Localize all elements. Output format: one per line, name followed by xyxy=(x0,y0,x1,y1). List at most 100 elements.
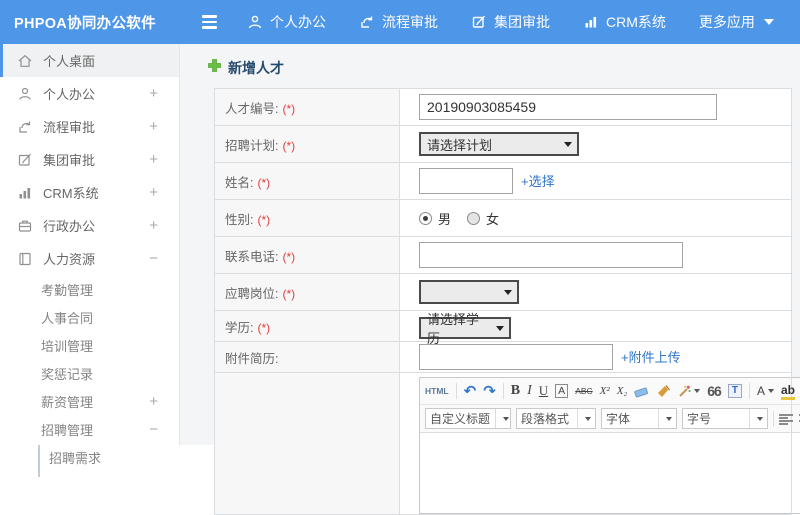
sidebar-item-hr[interactable]: 人力资源 − xyxy=(0,242,179,275)
font-size-dropdown[interactable]: 字号 xyxy=(682,408,768,429)
italic-button[interactable]: I xyxy=(527,383,532,399)
sidebar: 个人桌面 个人办公 + 流程审批 + 集团审批 + CRM系统 xyxy=(0,44,180,445)
recruit-plan-select[interactable]: 请选择计划 xyxy=(419,132,579,156)
sidebar-subitem-rewards[interactable]: 奖惩记录 xyxy=(0,359,179,387)
redo-button[interactable]: ↷ xyxy=(483,382,496,400)
html-source-button[interactable]: HTML xyxy=(425,386,449,396)
font-family-dropdown[interactable]: 字体 xyxy=(601,408,677,429)
required-mark: (*) xyxy=(282,250,295,264)
phone-input[interactable] xyxy=(419,242,683,268)
sidebar-subitem-recruitment[interactable]: 招聘管理 − xyxy=(0,415,179,443)
edit-icon xyxy=(471,14,487,30)
sidebar-subitem-recruit-demand[interactable]: 招聘需求 xyxy=(0,443,179,471)
highlight-color-button[interactable]: ab xyxy=(781,383,795,400)
required-mark: (*) xyxy=(282,139,295,153)
insert-date-button[interactable]: T xyxy=(728,384,742,398)
nav-item-personal-office[interactable]: 个人办公 xyxy=(247,12,326,32)
required-mark: (*) xyxy=(257,321,270,335)
resume-input[interactable] xyxy=(419,344,613,370)
workflow-icon xyxy=(359,14,375,30)
caret-down-icon xyxy=(757,417,763,421)
nav-item-crm[interactable]: CRM系统 xyxy=(583,12,666,32)
field-label: 人才编号: xyxy=(225,102,278,116)
paragraph-format-dropdown[interactable]: 段落格式 xyxy=(516,408,596,429)
editor-content-area[interactable] xyxy=(420,433,800,513)
sidebar-subitem-salary[interactable]: 薪资管理 + xyxy=(0,387,179,415)
subscript-button[interactable]: X₂ xyxy=(617,385,628,397)
eraser-icon[interactable] xyxy=(634,385,649,398)
sidebar-item-group-approval[interactable]: 集团审批 + xyxy=(0,143,179,176)
underline-button[interactable]: U xyxy=(539,383,548,399)
caret-down-icon xyxy=(504,290,512,295)
gender-radio-group: 男 女 xyxy=(419,209,791,228)
required-mark: (*) xyxy=(282,287,295,301)
workflow-icon xyxy=(17,119,33,135)
education-select[interactable]: 请选择学历 xyxy=(419,317,511,339)
name-input[interactable] xyxy=(419,168,513,194)
caret-down-icon xyxy=(564,142,572,147)
sidebar-subitem-contract[interactable]: 人事合同 xyxy=(0,303,179,331)
required-mark: (*) xyxy=(257,213,270,227)
page-header: 新增人才 xyxy=(180,44,800,78)
home-icon xyxy=(17,53,33,69)
font-color-button[interactable]: A xyxy=(757,384,774,398)
post-select[interactable] xyxy=(419,280,519,304)
sidebar-item-crm[interactable]: CRM系统 + xyxy=(0,176,179,209)
book-icon xyxy=(17,251,33,267)
font-border-button[interactable]: A xyxy=(555,384,568,398)
sidebar-item-desktop[interactable]: 个人桌面 xyxy=(0,44,179,77)
form-row-gender: 性别: (*) 男 女 xyxy=(215,200,792,237)
attachment-upload-link[interactable]: +附件上传 xyxy=(621,350,681,365)
superscript-button[interactable]: X² xyxy=(600,385,610,397)
caret-down-icon xyxy=(694,389,700,393)
form-row-education: 学历:(*) 请选择学历 xyxy=(215,311,792,342)
bold-button[interactable]: B xyxy=(511,383,520,399)
strikethrough-button[interactable]: ABC xyxy=(575,386,592,396)
nav-item-group-approval[interactable]: 集团审批 xyxy=(471,12,550,32)
form-row-name: 姓名:(*) +选择 xyxy=(215,163,792,200)
caret-down-icon xyxy=(764,19,774,25)
field-label: 联系电话: xyxy=(225,250,278,264)
blockquote-button[interactable]: 66 xyxy=(707,383,721,399)
field-label: 性别: xyxy=(225,213,253,227)
align-left-icon[interactable] xyxy=(779,413,794,425)
add-plus-icon xyxy=(208,59,221,77)
sidebar-subitem-training[interactable]: 培训管理 xyxy=(0,331,179,359)
caret-down-icon xyxy=(496,326,504,331)
required-mark: (*) xyxy=(282,102,295,116)
editor-toolbar-row1: HTML ↶ ↷ B I U A ABC X² X₂ xyxy=(420,378,800,405)
gender-female-radio[interactable] xyxy=(467,212,480,225)
nav-item-more-apps[interactable]: 更多应用 xyxy=(699,12,774,32)
nav-item-workflow-approval[interactable]: 流程审批 xyxy=(359,12,438,32)
caret-down-icon xyxy=(768,389,774,393)
talent-no-input[interactable] xyxy=(419,94,717,120)
field-label: 应聘岗位: xyxy=(225,287,278,301)
rich-text-editor: HTML ↶ ↷ B I U A ABC X² X₂ xyxy=(419,377,800,514)
editor-toolbar-row2: 自定义标题 段落格式 字体 字号 xyxy=(420,405,800,433)
edit-icon xyxy=(17,152,33,168)
app-title: PHPOA协同办公软件 xyxy=(0,12,180,33)
form-row-resume: 附件简历: +附件上传 xyxy=(215,342,792,373)
form-row-talent-no: 人才编号: (*) xyxy=(215,89,792,126)
format-brush-icon[interactable] xyxy=(656,385,670,398)
form-row-phone: 联系电话: (*) xyxy=(215,237,792,274)
sidebar-item-admin-office[interactable]: 行政办公 + xyxy=(0,209,179,242)
custom-title-dropdown[interactable]: 自定义标题 xyxy=(425,408,511,429)
new-talent-form: 人才编号:(*) 招聘计划:(*) 请选择计划 姓名:(*) +选择 性别:(*… xyxy=(214,88,792,515)
sidebar-item-workflow-approval[interactable]: 流程审批 + xyxy=(0,110,179,143)
form-row-recruit-plan: 招聘计划:(*) 请选择计划 xyxy=(215,126,792,163)
field-label: 姓名: xyxy=(225,176,253,190)
auto-typeset-icon[interactable] xyxy=(677,385,700,398)
sidebar-item-personal-office[interactable]: 个人办公 + xyxy=(0,77,179,110)
choose-person-link[interactable]: +选择 xyxy=(521,174,555,189)
bar-chart-icon xyxy=(583,14,599,30)
gender-male-radio[interactable] xyxy=(419,212,432,225)
field-label: 附件简历: xyxy=(225,352,278,366)
caret-down-icon xyxy=(585,417,591,421)
sidebar-subitem-attendance[interactable]: 考勤管理 xyxy=(0,275,179,303)
page-title: 新增人才 xyxy=(228,58,284,78)
undo-button[interactable]: ↶ xyxy=(464,382,477,400)
menu-toggle-icon[interactable] xyxy=(202,15,217,29)
top-nav-menu: 个人办公 流程审批 集团审批 CRM系统 更多应用 xyxy=(247,12,774,32)
main-content: 新增人才 人才编号:(*) 招聘计划:(*) 请选择计划 姓名:(*) +选择 xyxy=(180,44,800,445)
